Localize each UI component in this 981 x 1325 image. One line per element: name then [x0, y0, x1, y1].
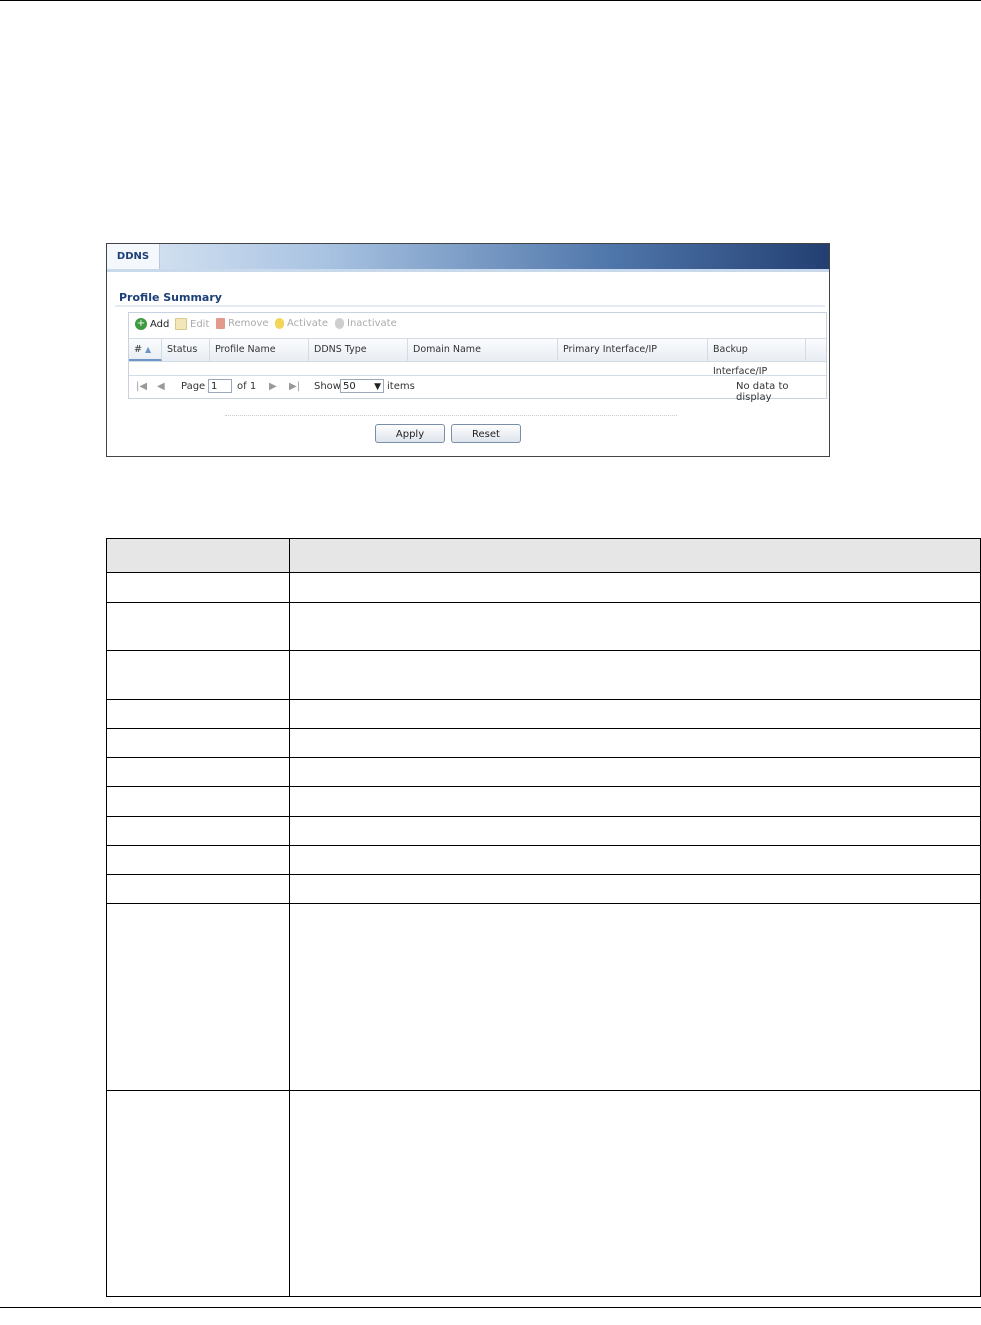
show-label: Show — [314, 381, 341, 392]
col-profile-name[interactable]: Profile Name — [210, 339, 309, 361]
table-cell — [289, 845, 981, 875]
table-cell — [289, 874, 981, 904]
col-backup-interface[interactable]: Backup Interface/IP — [708, 339, 806, 377]
table-cell — [289, 572, 981, 603]
activate-button[interactable]: Activate — [275, 318, 328, 329]
remove-label: Remove — [228, 318, 269, 329]
table-cell — [106, 874, 290, 904]
toolbar: + Add Edit Remove Activate Inactivate — [129, 313, 826, 337]
inactivate-button[interactable]: Inactivate — [335, 318, 397, 329]
page-count: of 1 — [237, 381, 257, 392]
table-cell — [289, 650, 981, 700]
table-row — [106, 786, 981, 817]
table-row — [106, 1090, 981, 1297]
table-row — [106, 816, 981, 846]
table-row — [106, 845, 981, 875]
add-button[interactable]: + Add — [135, 318, 169, 330]
items-label: items — [387, 381, 415, 392]
table-row — [106, 757, 981, 787]
page-size-select[interactable]: 50 ▼ — [340, 379, 384, 393]
reset-button[interactable]: Reset — [451, 424, 521, 443]
col-status[interactable]: Status — [162, 339, 210, 361]
col-domain-name[interactable]: Domain Name — [408, 339, 558, 361]
lightbulb-on-icon — [275, 318, 284, 329]
table-cell — [106, 572, 290, 603]
prev-page-icon[interactable]: ◀ — [157, 381, 165, 392]
table-cell — [106, 728, 290, 758]
table-cell — [106, 650, 290, 700]
section-title: Profile Summary — [119, 291, 222, 304]
table-cell — [106, 1090, 290, 1297]
col-number-label: # — [134, 344, 142, 355]
top-rule — [0, 0, 981, 1]
add-label: Add — [150, 318, 170, 330]
table-cell — [289, 1090, 981, 1297]
table-cell — [289, 699, 981, 729]
tab-bar: DDNS — [107, 244, 829, 272]
table-cell — [106, 903, 290, 1091]
table-cell — [106, 786, 290, 817]
table-row — [106, 572, 981, 603]
page-label: Page — [181, 381, 206, 392]
col-number[interactable]: # ▲ — [129, 339, 162, 361]
last-page-icon[interactable]: ▶| — [289, 381, 300, 392]
table-cell — [289, 728, 981, 758]
sort-ascending-icon: ▲ — [145, 345, 152, 354]
table-cell — [106, 845, 290, 875]
table-row — [106, 903, 981, 1091]
col-ddns-type[interactable]: DDNS Type — [309, 339, 408, 361]
table-cell — [289, 757, 981, 787]
dotted-divider — [225, 415, 677, 416]
edit-label: Edit — [190, 318, 210, 330]
table-row — [106, 699, 981, 729]
table-cell — [106, 699, 290, 729]
lightbulb-off-icon — [335, 318, 344, 329]
pager-bar: |◀ ◀ Page 1 of 1 ▶ ▶| Show 50 ▼ items No… — [129, 375, 826, 403]
trash-icon — [216, 318, 225, 329]
table-header-row — [106, 538, 981, 573]
page-input[interactable]: 1 — [208, 379, 232, 393]
table-row — [106, 728, 981, 758]
apply-button[interactable]: Apply — [375, 424, 445, 443]
remove-button[interactable]: Remove — [216, 318, 269, 329]
add-icon: + — [135, 318, 147, 330]
table-cell — [289, 816, 981, 846]
column-header-row: # ▲ Status Profile Name DDNS Type Domain… — [129, 338, 826, 377]
table-cell — [106, 757, 290, 787]
table-row — [106, 650, 981, 700]
description-table — [106, 538, 981, 1297]
edit-button[interactable]: Edit — [175, 318, 209, 330]
table-row — [106, 602, 981, 651]
bottom-rule — [0, 1307, 981, 1308]
table-cell — [106, 816, 290, 846]
activate-label: Activate — [287, 318, 328, 329]
edit-icon — [175, 318, 187, 330]
table-row — [106, 874, 981, 904]
profile-grid: + Add Edit Remove Activate Inactivate # … — [128, 312, 827, 403]
table-header-cell — [289, 538, 981, 573]
ddns-screenshot-panel: DDNS Profile Summary + Add Edit Remove A… — [106, 243, 830, 457]
page-size-value: 50 — [343, 381, 356, 392]
first-page-icon[interactable]: |◀ — [136, 381, 147, 392]
section-divider — [115, 305, 825, 307]
table-cell — [289, 786, 981, 817]
tab-ddns[interactable]: DDNS — [107, 244, 160, 269]
chevron-down-icon: ▼ — [374, 382, 381, 392]
next-page-icon[interactable]: ▶ — [269, 381, 277, 392]
table-cell — [289, 903, 981, 1091]
table-cell — [106, 602, 290, 651]
col-primary-interface[interactable]: Primary Interface/IP — [558, 339, 708, 361]
inactivate-label: Inactivate — [347, 318, 397, 329]
empty-message: No data to display — [736, 381, 789, 403]
table-cell — [289, 602, 981, 651]
table-header-cell — [106, 538, 290, 573]
